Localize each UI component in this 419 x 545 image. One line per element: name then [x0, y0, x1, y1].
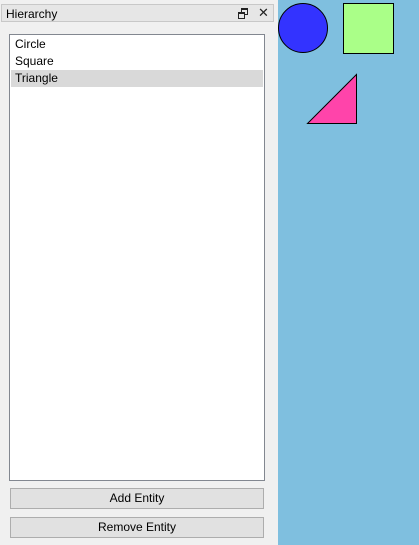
- scene-canvas[interactable]: [278, 0, 419, 545]
- float-window-icon[interactable]: [238, 8, 249, 19]
- remove-entity-button[interactable]: Remove Entity: [10, 517, 264, 538]
- list-item-square[interactable]: Square: [11, 53, 263, 70]
- entity-square[interactable]: [343, 3, 394, 54]
- dock-title: Hierarchy: [6, 7, 58, 21]
- list-item-label: Circle: [15, 37, 46, 51]
- hierarchy-dock-panel: Hierarchy ✕ Circle Square Triangle Add E…: [0, 0, 276, 545]
- add-entity-button[interactable]: Add Entity: [10, 488, 264, 509]
- list-item-label: Triangle: [15, 71, 58, 85]
- entity-triangle[interactable]: [306, 73, 357, 124]
- dock-title-bar[interactable]: Hierarchy ✕: [1, 4, 274, 22]
- list-item-triangle[interactable]: Triangle: [11, 70, 263, 87]
- close-icon[interactable]: ✕: [258, 6, 269, 19]
- app-window: Hierarchy ✕ Circle Square Triangle Add E…: [0, 0, 419, 545]
- scene-viewport[interactable]: [278, 0, 419, 545]
- hierarchy-list[interactable]: Circle Square Triangle: [9, 34, 265, 481]
- entity-circle[interactable]: [278, 3, 328, 53]
- list-item-label: Square: [15, 54, 54, 68]
- list-item-circle[interactable]: Circle: [11, 36, 263, 53]
